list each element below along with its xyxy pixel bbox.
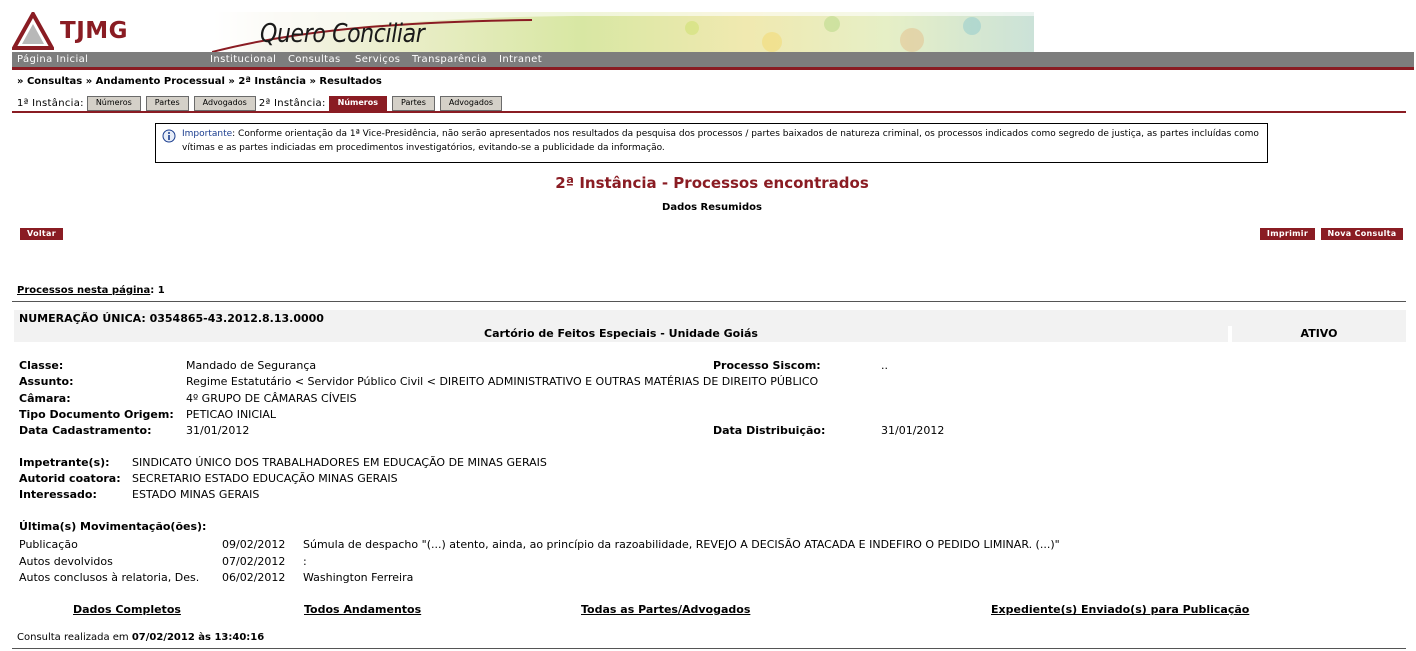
movement-description: Súmula de despacho "(...) atento, ainda,…: [303, 538, 1060, 551]
complete-data-link[interactable]: Dados Completos: [73, 603, 181, 616]
new-query-button[interactable]: Nova Consulta: [1321, 228, 1403, 240]
menu-divider: [12, 67, 1414, 70]
second-instance-label: 2ª Instância:: [258, 98, 326, 109]
banner: Quero Conciliar: [212, 12, 1034, 52]
triangle-logo-icon: [12, 12, 54, 50]
movement-description: Washington Ferreira: [303, 571, 414, 584]
movement-type: Publicação: [19, 538, 78, 551]
back-button[interactable]: Voltar: [20, 228, 63, 240]
menu-intranet[interactable]: Intranet: [499, 54, 542, 65]
tjmg-logo[interactable]: TJMG: [12, 12, 212, 52]
tab-second-partes[interactable]: Partes: [392, 96, 435, 111]
print-button[interactable]: Imprimir: [1260, 228, 1315, 240]
classe-value: Mandado de Segurança: [186, 359, 317, 372]
process-count: Processos nesta página: 1: [17, 285, 165, 296]
page-title: 2ª Instância - Processos encontrados: [555, 174, 869, 192]
siscom-value: ..: [881, 359, 888, 372]
party-label: Autorid coatora:: [19, 472, 121, 485]
page-subtitle: Dados Resumidos: [662, 202, 762, 213]
logo-text: TJMG: [60, 18, 129, 44]
all-movements-link[interactable]: Todos Andamentos: [304, 603, 421, 616]
banner-title: Quero Conciliar: [260, 19, 425, 49]
data-cadastramento-label: Data Cadastramento:: [19, 424, 152, 437]
cartorio-name: Cartório de Feitos Especiais - Unidade G…: [14, 326, 1228, 342]
tipo-doc-label: Tipo Documento Origem:: [19, 408, 174, 421]
footer-divider: [12, 648, 1406, 649]
camara-value: 4º GRUPO DE CÂMARAS CÍVEIS: [186, 392, 357, 405]
tabs-divider: [12, 111, 1406, 113]
footer-prefix: Consulta realizada em: [17, 632, 132, 643]
movement-date: 07/02/2012: [222, 555, 286, 568]
first-instance-label: 1ª Instância:: [17, 98, 84, 109]
party-value: SINDICATO ÚNICO DOS TRABALHADORES EM EDU…: [132, 456, 547, 469]
menu-servicos[interactable]: Serviços: [355, 54, 400, 65]
party-label: Impetrante(s):: [19, 456, 110, 469]
footer-timestamp: 07/02/2012 às 13:40:16: [131, 632, 265, 643]
tab-first-partes[interactable]: Partes: [145, 96, 189, 111]
menu-institucional[interactable]: Institucional: [210, 54, 276, 65]
party-value: ESTADO MINAS GERAIS: [132, 488, 260, 501]
tab-second-advogados[interactable]: Advogados: [439, 96, 503, 111]
query-timestamp: Consulta realizada em 07/02/2012 às 13:4…: [17, 632, 264, 643]
notice-label: Importante: [182, 129, 233, 139]
movement-type: Autos conclusos à relatoria, Des.: [19, 571, 200, 584]
info-icon: [162, 129, 176, 143]
movements-title: Última(s) Movimentação(ões):: [19, 520, 207, 533]
tab-first-numeros[interactable]: Números: [86, 96, 141, 111]
tab-second-numeros[interactable]: Números: [328, 96, 387, 111]
all-parties-link[interactable]: Todas as Partes/Advogados: [581, 603, 750, 616]
site-header: TJMG Quero Conciliar: [12, 12, 1034, 52]
status-badge: ATIVO: [1232, 326, 1406, 342]
classe-label: Classe:: [19, 359, 64, 372]
party-label: Interessado:: [19, 488, 97, 501]
process-count-value: : 1: [150, 285, 165, 296]
movement-type: Autos devolvidos: [19, 555, 113, 568]
expedientes-link[interactable]: Expediente(s) Enviado(s) para Publicação: [991, 603, 1249, 616]
main-menu: Página Inicial Institucional Consultas S…: [12, 52, 1414, 67]
breadcrumb[interactable]: » Consultas » Andamento Processual » 2ª …: [17, 76, 382, 87]
menu-transparencia[interactable]: Transparência: [412, 54, 487, 65]
movement-description: :: [303, 555, 307, 568]
data-distribuicao-label: Data Distribuição:: [713, 424, 826, 437]
instance-tabs: 1ª Instância: Números Partes Advogados 2…: [17, 96, 507, 111]
notice-text: : Conforme orientação da 1ª Vice-Presidê…: [182, 129, 1259, 153]
process-count-label: Processos nesta página: [17, 285, 151, 296]
cartorio-row: Cartório de Feitos Especiais - Unidade G…: [14, 326, 1406, 342]
important-notice: Importante: Conforme orientação da 1ª Vi…: [155, 123, 1268, 163]
data-cadastramento-value: 31/01/2012: [186, 424, 250, 437]
process-number: NUMERAÇÃO ÚNICA: 0354865-43.2012.8.13.00…: [14, 310, 1406, 326]
movement-date: 06/02/2012: [222, 571, 286, 584]
data-distribuicao-value: 31/01/2012: [881, 424, 945, 437]
party-value: SECRETARIO ESTADO EDUCAÇÃO MINAS GERAIS: [132, 472, 398, 485]
movement-date: 09/02/2012: [222, 538, 286, 551]
tipo-doc-value: PETICAO INICIAL: [186, 408, 277, 421]
assunto-label: Assunto:: [19, 375, 74, 388]
tab-first-advogados[interactable]: Advogados: [193, 96, 256, 111]
assunto-value: Regime Estatutário < Servidor Público Ci…: [186, 375, 819, 388]
menu-home[interactable]: Página Inicial: [17, 54, 88, 65]
divider: [12, 301, 1406, 302]
menu-consultas[interactable]: Consultas: [288, 54, 341, 65]
camara-label: Câmara:: [19, 392, 71, 405]
siscom-label: Processo Siscom:: [713, 359, 821, 372]
